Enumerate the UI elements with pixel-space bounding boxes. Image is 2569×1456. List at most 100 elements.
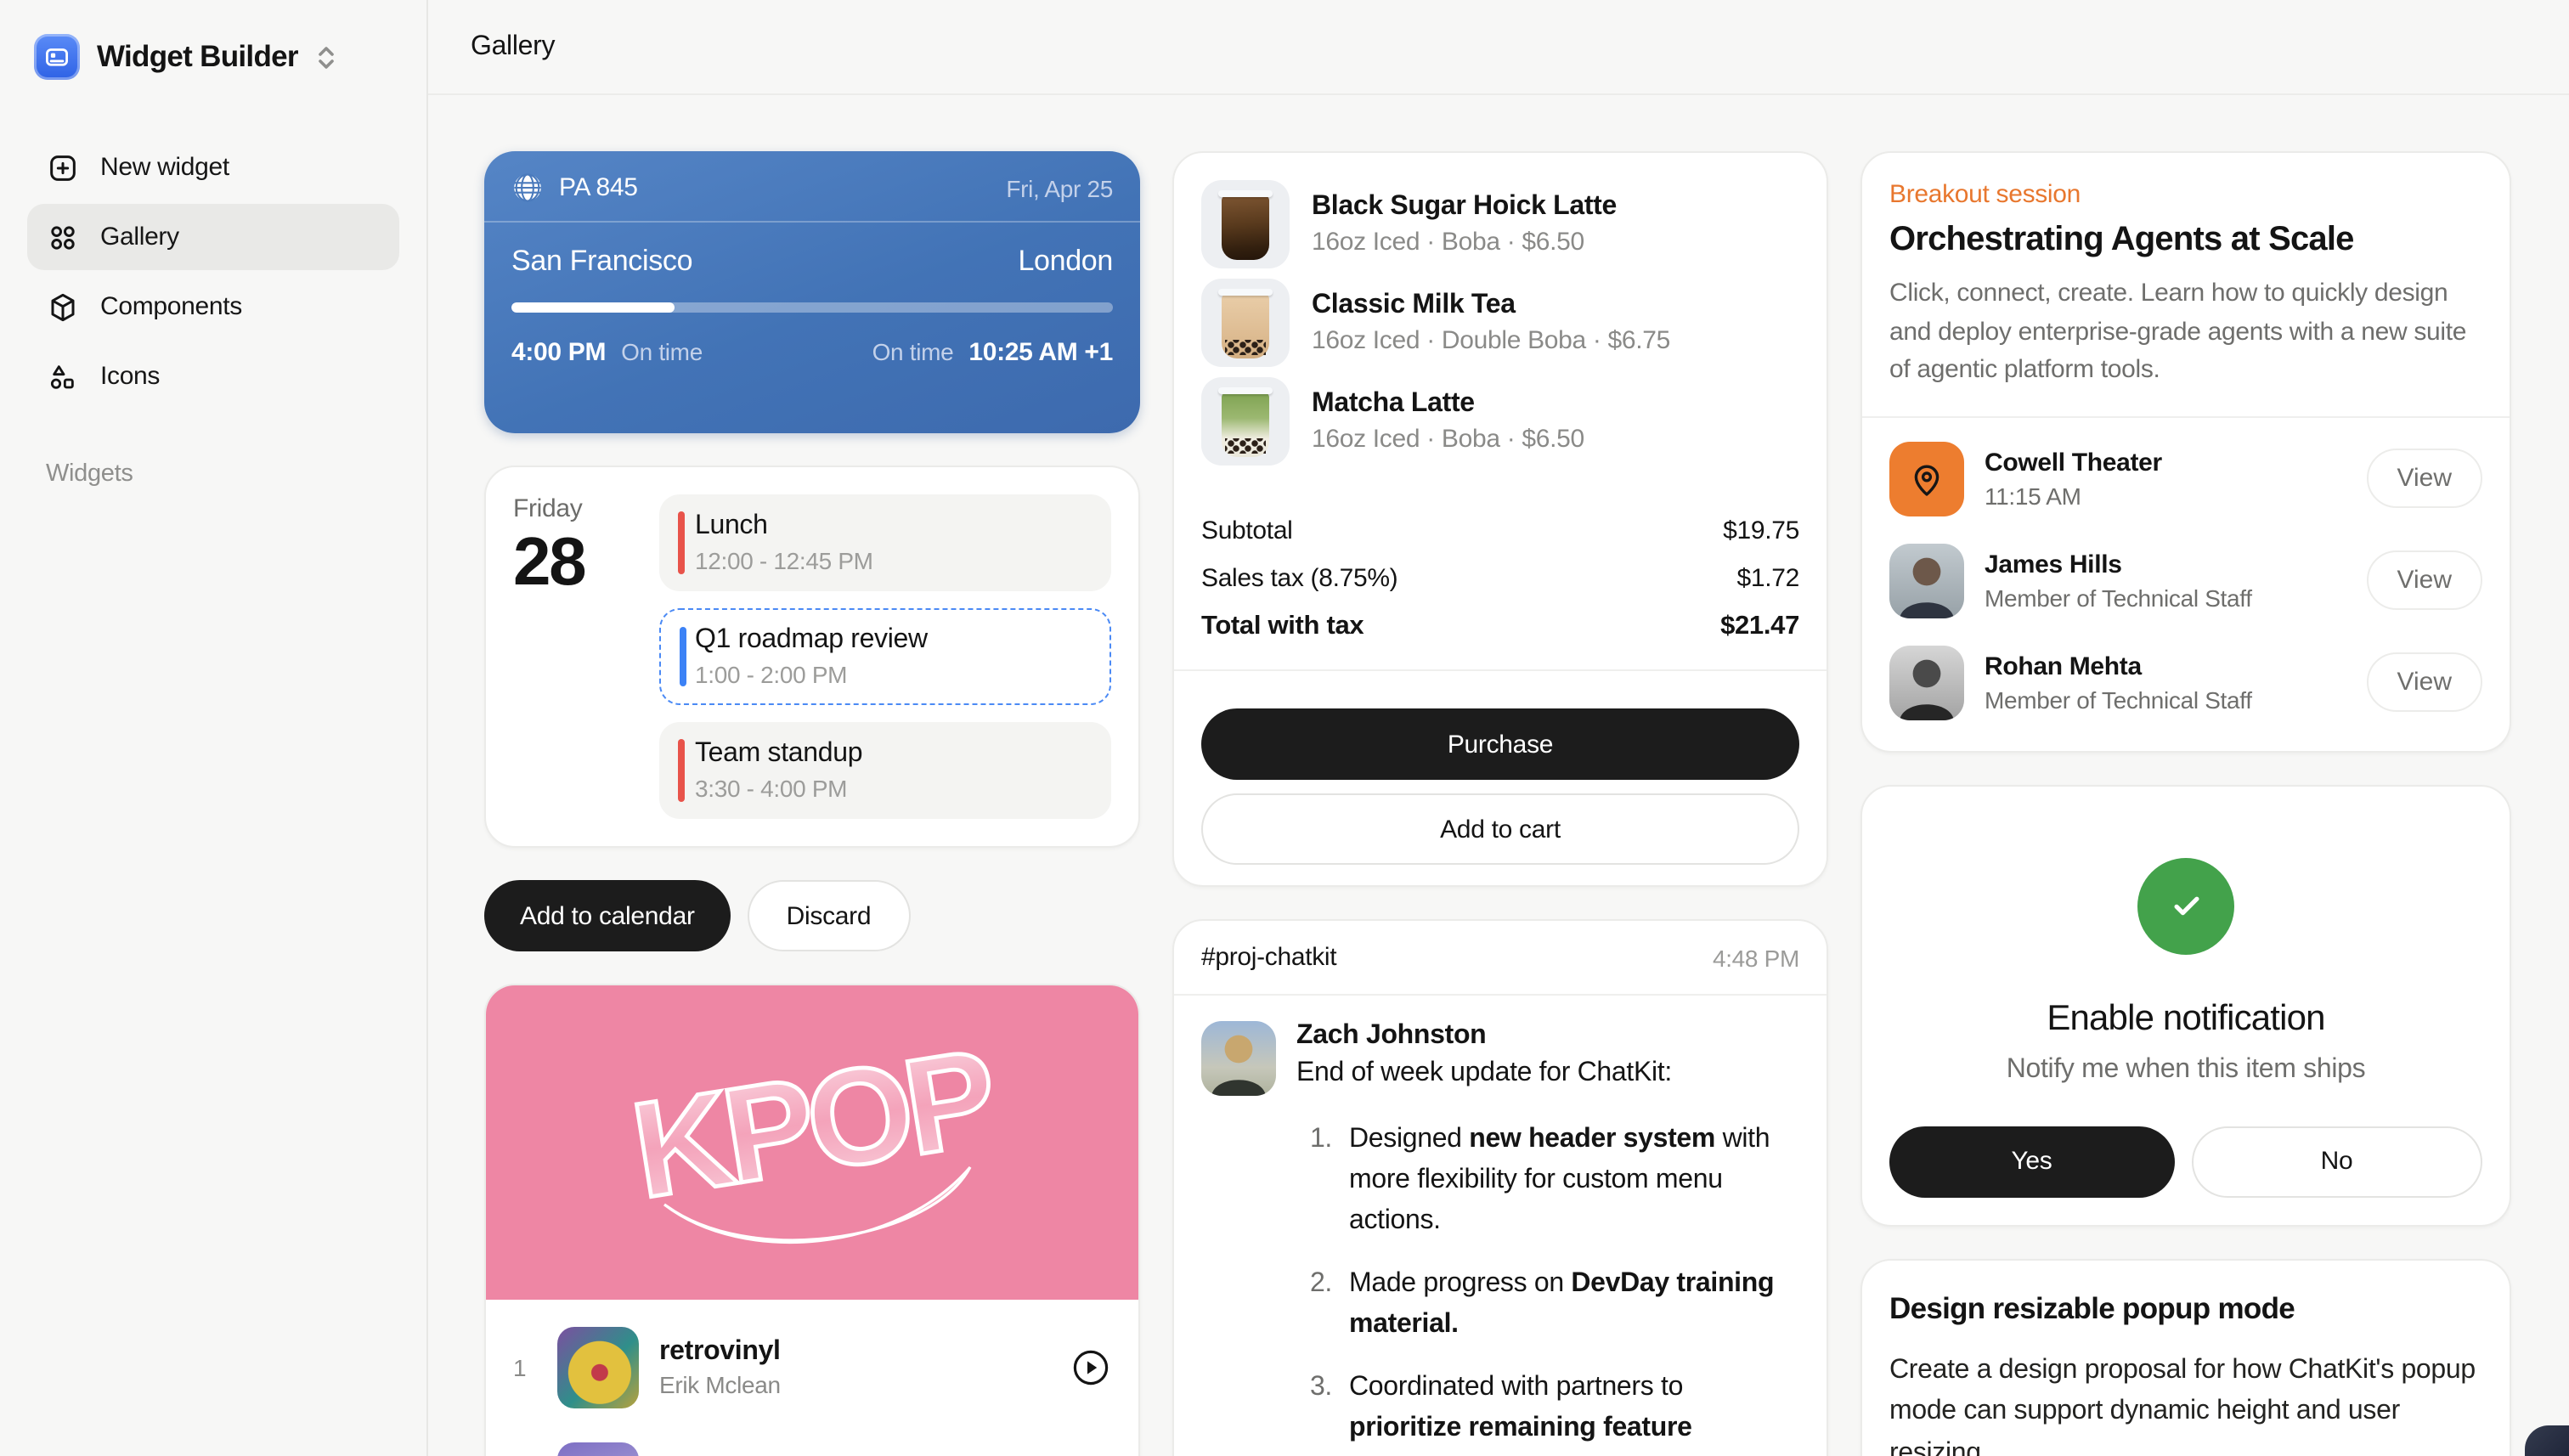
item-name: Matcha Latte	[1312, 389, 1584, 420]
track-list: 1 retrovinyl Erik Mclean	[486, 1300, 1138, 1456]
app-switcher[interactable]: Widget Builder	[27, 24, 399, 90]
item-name: Black Sugar Hoick Latte	[1312, 192, 1617, 223]
notification-widget: Enable notification Notify me when this …	[1860, 784, 2511, 1226]
summary-label: Subtotal	[1201, 516, 1293, 545]
summary-label: Total with tax	[1201, 612, 1364, 642]
order-summary: Subtotal $19.75 Sales tax (8.75%) $1.72 …	[1201, 516, 1799, 642]
departure-status: On time	[621, 338, 703, 365]
page-title: Gallery	[471, 31, 555, 62]
summary-row: Sales tax (8.75%) $1.72	[1201, 564, 1799, 593]
sidebar-item-icons[interactable]: Icons	[27, 343, 399, 409]
arrival-status: On time	[872, 338, 954, 365]
location-time: 11:15 AM	[1985, 482, 2162, 509]
flight-date: Fri, Apr 25	[1006, 174, 1113, 201]
avatar	[1201, 1021, 1276, 1096]
session-location-row: Cowell Theater 11:15 AM View	[1889, 427, 2482, 529]
list-marker: 3.	[1296, 1368, 1332, 1456]
widgets-section-label: Widgets	[46, 460, 399, 488]
view-button[interactable]: View	[2367, 652, 2483, 712]
session-speaker-row: Rohan Mehta Member of Technical Staff Vi…	[1889, 631, 2482, 733]
success-check-icon	[2137, 857, 2234, 954]
order-item: Matcha Latte 16oz Iced · Boba · $6.50	[1201, 377, 1799, 466]
album-art-neon-polaroid	[557, 1442, 639, 1456]
yes-button[interactable]: Yes	[1889, 1126, 2174, 1197]
session-title: Orchestrating Agents at Scale	[1889, 221, 2482, 260]
add-to-cart-button[interactable]: Add to cart	[1201, 793, 1799, 865]
plus-square-icon	[46, 150, 80, 184]
speaker-role: Member of Technical Staff	[1985, 584, 2252, 611]
event-time: 3:30 - 4:00 PM	[695, 775, 1091, 802]
sidebar-item-label: Gallery	[100, 223, 179, 251]
divider	[1174, 669, 1827, 671]
playlist-widget: KPOP 1 retrovinyl Erik Mclean	[484, 984, 1140, 1456]
channel-name: #proj-chatkit	[1201, 943, 1336, 972]
play-button[interactable]	[1070, 1347, 1111, 1388]
sidebar-item-gallery[interactable]: Gallery	[27, 204, 399, 270]
sidebar-item-label: Icons	[100, 362, 160, 391]
task-body: Create a design proposal for how ChatKit…	[1889, 1350, 2482, 1456]
session-description: Click, connect, create. Learn how to qui…	[1889, 275, 2482, 390]
event-title: Team standup	[695, 739, 1091, 770]
purchase-button[interactable]: Purchase	[1201, 708, 1799, 780]
cube-icon	[46, 290, 80, 324]
track-row: 1 retrovinyl Erik Mclean	[513, 1310, 1111, 1425]
calendar-day-number: 28	[513, 523, 635, 601]
drink-photo-matcha	[1201, 377, 1290, 466]
origin-city: San Francisco	[511, 245, 692, 279]
flight-progress-fill	[511, 302, 674, 313]
summary-value: $19.75	[1723, 516, 1799, 545]
sidebar-item-components[interactable]: Components	[27, 274, 399, 340]
drink-photo-black-sugar	[1201, 180, 1290, 268]
list-text: Designed new header system with more fle…	[1349, 1120, 1799, 1242]
topbar: Gallery	[428, 0, 2569, 95]
order-item: Black Sugar Hoick Latte 16oz Iced · Boba…	[1201, 180, 1799, 268]
track-row: 2 Neon Polaroid	[513, 1425, 1111, 1456]
app-title: Widget Builder	[97, 39, 298, 75]
arrival-time: 10:25 AM +1	[968, 338, 1113, 367]
event-time: 12:00 - 12:45 PM	[695, 547, 1091, 574]
notification-title: Enable notification	[1889, 998, 2482, 1039]
summary-total-row: Total with tax $21.47	[1201, 612, 1799, 642]
event-title: Q1 roadmap review	[695, 625, 1091, 656]
calendar-actions: Add to calendar Discard	[484, 880, 1140, 951]
speaker-name: James Hills	[1985, 550, 2252, 578]
add-to-calendar-button[interactable]: Add to calendar	[484, 880, 731, 951]
summary-value: $1.72	[1737, 564, 1800, 593]
main-area: Gallery	[428, 0, 2569, 1456]
no-button[interactable]: No	[2191, 1126, 2482, 1197]
destination-city: London	[1018, 245, 1113, 279]
calendar-event[interactable]: Lunch 12:00 - 12:45 PM	[659, 494, 1111, 591]
event-color-bar	[680, 627, 686, 686]
speaker-role: Member of Technical Staff	[1985, 686, 2252, 713]
sidebar-nav: New widget Gallery	[27, 134, 399, 409]
location-pin-icon	[1889, 441, 1964, 516]
calendar-event[interactable]: Team standup 3:30 - 4:00 PM	[659, 722, 1111, 819]
event-color-bar	[678, 739, 684, 802]
drink-photo-milk-tea	[1201, 279, 1290, 367]
summary-value: $21.47	[1720, 612, 1799, 642]
discard-button[interactable]: Discard	[748, 880, 911, 951]
list-item: 1. Designed new header system with more …	[1296, 1120, 1799, 1242]
event-time: 1:00 - 2:00 PM	[695, 661, 1091, 688]
chevron-updown-icon[interactable]	[315, 42, 339, 72]
list-marker: 2.	[1296, 1264, 1332, 1346]
avatar	[1889, 645, 1964, 720]
task-widget: Design resizable popup mode Create a des…	[1860, 1258, 2511, 1456]
flight-number: PA 845	[559, 173, 638, 202]
sidebar-item-label: New widget	[100, 153, 229, 182]
message-text: End of week update for ChatKit:	[1296, 1058, 1799, 1089]
item-meta: 16oz Iced · Boba · $6.50	[1312, 425, 1584, 454]
departure-time: 4:00 PM	[511, 338, 606, 367]
event-title: Lunch	[695, 511, 1091, 542]
view-button[interactable]: View	[2367, 550, 2483, 610]
sidebar-item-new-widget[interactable]: New widget	[27, 134, 399, 200]
list-text: Coordinated with partners to prioritize …	[1349, 1368, 1799, 1456]
flight-widget[interactable]: PA 845 Fri, Apr 25 San Francisco London	[484, 151, 1140, 433]
item-meta: 16oz Iced · Double Boba · $6.75	[1312, 326, 1670, 355]
calendar-event-selected[interactable]: Q1 roadmap review 1:00 - 2:00 PM	[659, 608, 1111, 705]
view-button[interactable]: View	[2367, 449, 2483, 508]
task-title: Design resizable popup mode	[1889, 1290, 2482, 1326]
shapes-icon	[46, 359, 80, 393]
summary-label: Sales tax (8.75%)	[1201, 564, 1397, 593]
track-artist: Erik Mclean	[659, 1371, 1050, 1398]
